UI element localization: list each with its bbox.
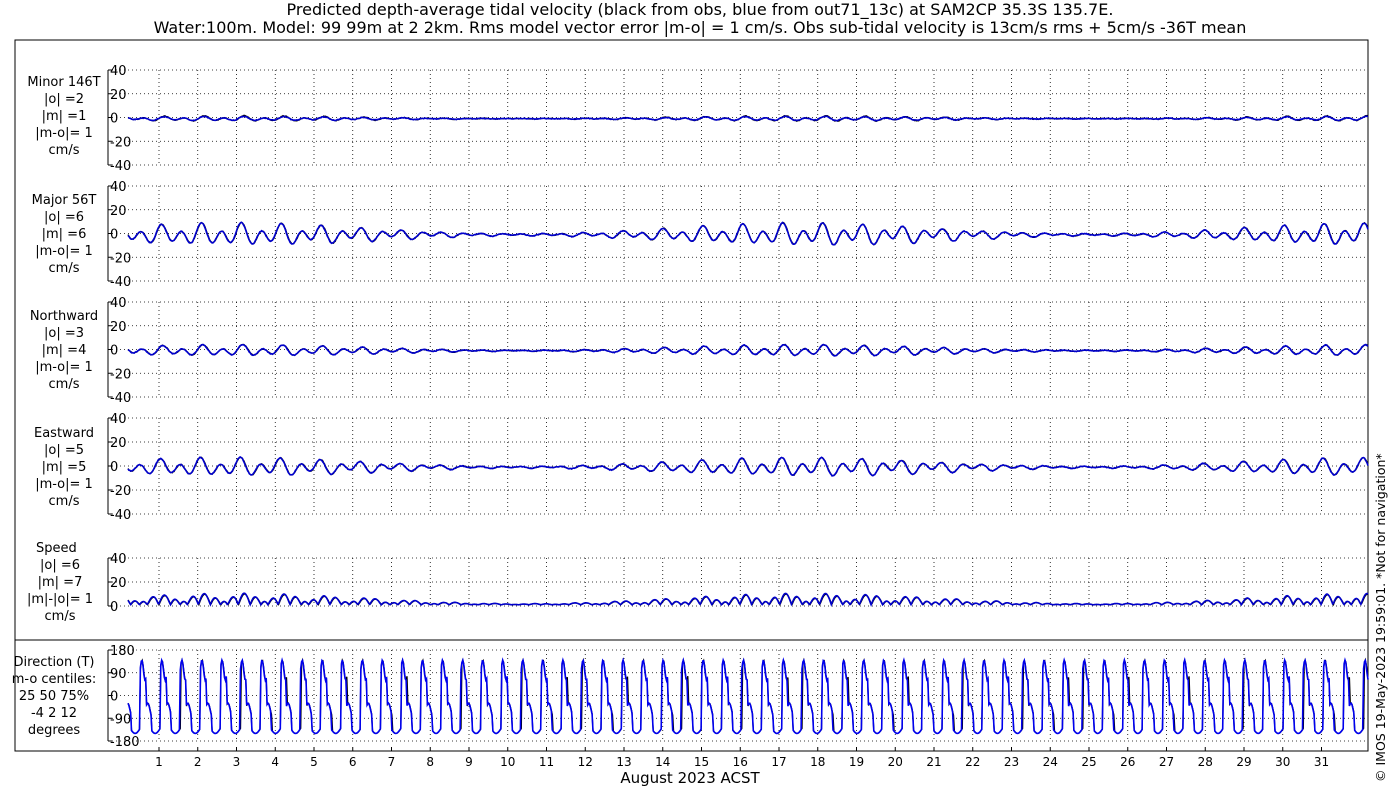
y-tick-label: 20	[110, 88, 127, 103]
y-tick-label: -180	[110, 735, 140, 750]
y-tick-label: 180	[110, 644, 135, 659]
x-tick-label: 25	[1081, 755, 1096, 769]
x-tick-label: 9	[465, 755, 473, 769]
y-tick-label: -20	[110, 251, 131, 266]
x-tick-label: 16	[733, 755, 748, 769]
tidal-velocity-figure: 40200-20-4040200-20-4040200-20-4040200-2…	[14, 39, 1369, 769]
series-line-model	[127, 456, 1369, 477]
y-tick-label: 0	[110, 228, 118, 243]
panels-layer: 40 20 0 -20 -40 40 20 0 -20 -40 40 20 0 -20 -40 40 20 0 -2…	[107, 64, 1369, 750]
x-tick-label: 10	[500, 755, 515, 769]
y-tick-label: 20	[110, 320, 127, 335]
x-tick-label: 19	[849, 755, 864, 769]
y-tick-label: 20	[110, 204, 127, 219]
x-tick-label: 7	[388, 755, 396, 769]
y-tick-label: 20	[110, 436, 127, 451]
y-tick-label: -40	[110, 159, 131, 174]
y-tick-label: -40	[110, 508, 131, 523]
x-tick-label: 5	[310, 755, 318, 769]
y-tick-label: 40	[110, 552, 127, 567]
y-tick-label: 20	[110, 576, 127, 591]
y-tick-label: 90	[110, 667, 127, 682]
x-tick-label: 4	[271, 755, 279, 769]
y-tick-label: -20	[110, 484, 131, 499]
x-axis-label: August 2023 ACST	[620, 769, 760, 787]
x-tick-label: 12	[578, 755, 593, 769]
y-tick-label: 0	[110, 344, 118, 359]
x-tick-label: 29	[1236, 755, 1251, 769]
x-tick-label: 17	[771, 755, 786, 769]
x-tick-label: 23	[1004, 755, 1019, 769]
x-tick-label: 6	[349, 755, 357, 769]
x-tick-label: 2	[194, 755, 202, 769]
direction-frame	[14, 639, 1369, 752]
x-tick-label: 14	[655, 755, 670, 769]
y-tick-label: 40	[110, 296, 127, 311]
y-tick-label: 0	[110, 690, 118, 705]
x-tick-label: 3	[233, 755, 241, 769]
y-tick-label: -40	[110, 275, 131, 290]
y-tick-label: -40	[110, 391, 131, 406]
y-tick-label: 0	[110, 112, 118, 127]
x-tick-label: 15	[694, 755, 709, 769]
y-tick-label: 0	[110, 460, 118, 475]
x-tick-label: 18	[810, 755, 825, 769]
x-tick-label: 28	[1198, 755, 1213, 769]
y-tick-label: 40	[110, 180, 127, 195]
x-tick-label: 1	[155, 755, 163, 769]
x-tick-label: 11	[539, 755, 554, 769]
x-tick-label: 31	[1314, 755, 1329, 769]
x-axis: 1 2 3 4 5 6 7 8 9 10 11 12 13 14 15 16 17 18 19 20 21 22 23 24 2…	[155, 747, 1329, 769]
y-tick-label: -20	[110, 367, 131, 382]
x-tick-label: 13	[616, 755, 631, 769]
x-tick-label: 30	[1275, 755, 1290, 769]
y-tick-label: 40	[110, 412, 127, 427]
x-tick-label: 21	[926, 755, 941, 769]
y-tick-label: -90	[110, 712, 131, 727]
copyright-stamp: © IMOS 19-May-2023 19:59:01. *Not for na…	[1373, 453, 1388, 782]
x-tick-label: 22	[965, 755, 980, 769]
y-tick-label: 0	[110, 600, 118, 615]
x-tick-label: 8	[426, 755, 434, 769]
y-tick-label: 40	[110, 64, 127, 79]
x-tick-label: 24	[1043, 755, 1058, 769]
figure-frame	[14, 39, 1369, 641]
series-line-model	[127, 221, 1369, 246]
x-tick-label: 20	[888, 755, 903, 769]
x-tick-label: 27	[1159, 755, 1174, 769]
x-tick-label: 26	[1120, 755, 1135, 769]
y-tick-label: -20	[110, 135, 131, 150]
